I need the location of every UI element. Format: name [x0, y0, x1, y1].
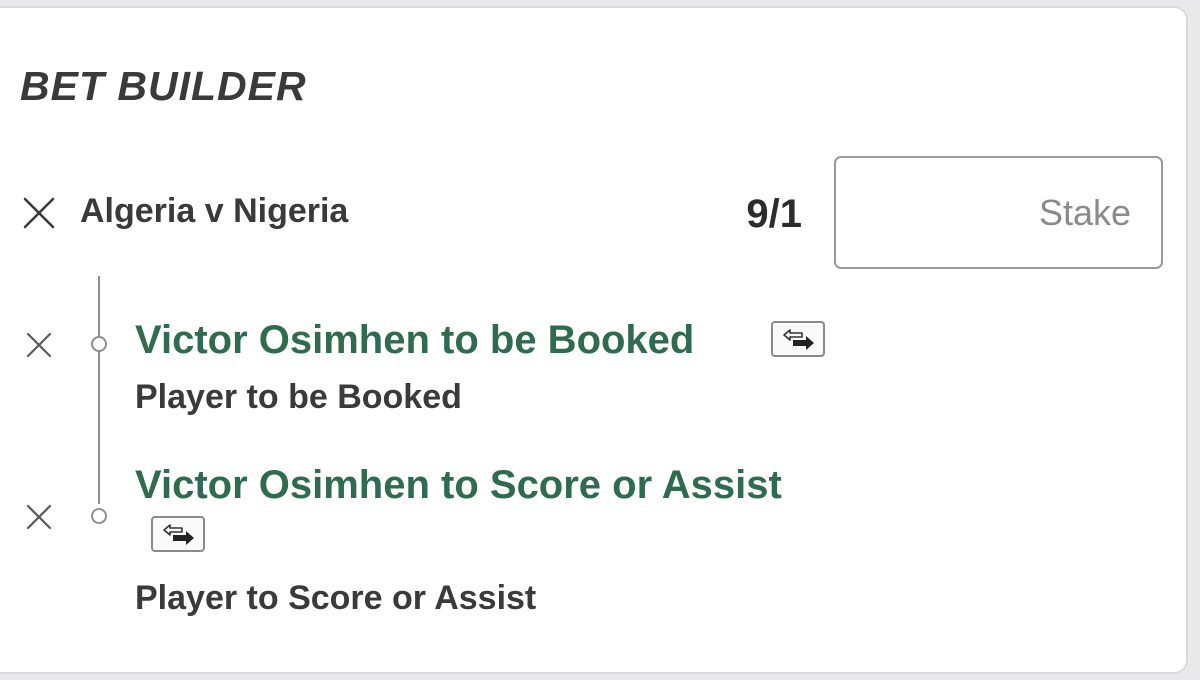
market-name: Player to Score or Assist — [135, 579, 537, 617]
swap-arrows-icon[interactable] — [771, 321, 825, 357]
remove-selection-icon[interactable] — [26, 332, 52, 358]
timeline-line — [98, 276, 100, 504]
bet-builder-card: BET BUILDER Algeria v Nigeria 9/1 Victor… — [0, 6, 1188, 674]
market-name: Player to be Booked — [135, 378, 462, 416]
stake-input[interactable] — [834, 156, 1163, 269]
event-name: Algeria v Nigeria — [80, 192, 349, 230]
timeline-node — [91, 336, 107, 352]
timeline-node — [91, 508, 107, 524]
selection-name: Victor Osimhen to Score or Assist — [135, 463, 782, 507]
remove-selection-icon[interactable] — [26, 504, 52, 530]
swap-arrows-icon[interactable] — [151, 516, 205, 552]
bet-builder-title: BET BUILDER — [20, 63, 307, 109]
selection-name: Victor Osimhen to be Booked — [135, 318, 695, 362]
odds-value: 9/1 — [746, 192, 802, 236]
remove-event-icon[interactable] — [22, 196, 56, 230]
